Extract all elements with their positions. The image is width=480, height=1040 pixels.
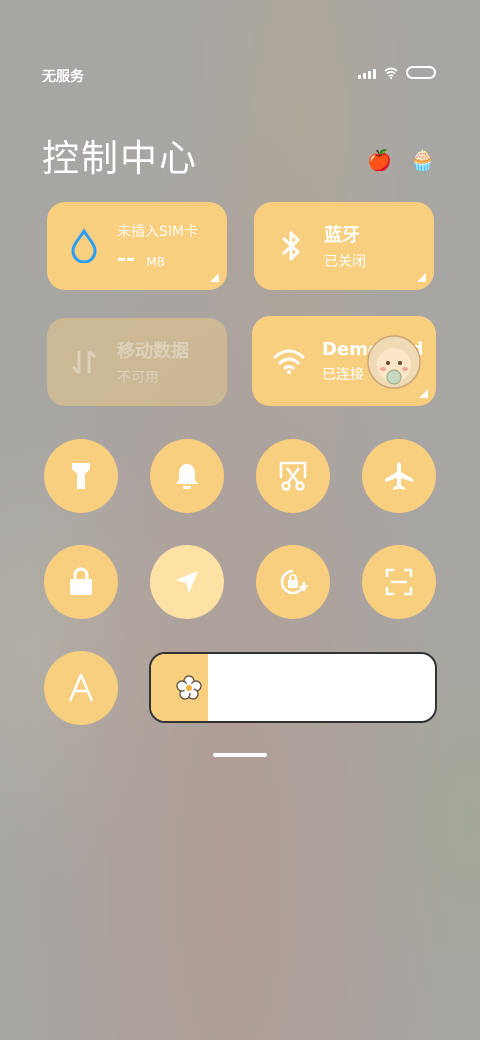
lion-mascot-icon [366,334,422,390]
mobile-data-tile[interactable]: 移动数据 不可用 [47,318,227,406]
sim-status-label: 未插入SIM卡 [117,223,199,240]
font-toggle[interactable] [44,651,118,725]
screenshot-icon [279,461,307,491]
data-usage-tile[interactable]: 未插入SIM卡 -- MB [47,202,227,290]
expand-corner-icon [417,273,426,282]
cupcake-icon: 🧁 [410,148,435,172]
bluetooth-tile[interactable]: 蓝牙 已关闭 [254,202,434,290]
page-title: 控制中心 [42,137,198,180]
airplane-mode-toggle[interactable] [362,439,436,513]
flower-icon [176,675,202,700]
bluetooth-status: 已关闭 [324,254,366,270]
location-toggle[interactable] [150,545,224,619]
airplane-icon [385,462,413,490]
bluetooth-label: 蓝牙 [324,225,360,246]
flashlight-icon [72,463,90,489]
home-indicator[interactable] [213,753,267,757]
screenshot-toggle[interactable] [256,439,330,513]
lock-icon [70,567,92,595]
expand-corner-icon [210,273,219,282]
location-icon [176,571,198,593]
brightness-slider[interactable] [149,652,437,723]
signal-icon [358,67,376,79]
bell-icon [176,464,198,489]
wifi-tile[interactable]: DemoMod 已连接 [252,316,436,406]
rotation-lock-toggle[interactable] [256,545,330,619]
lock-screen-toggle[interactable] [44,545,118,619]
data-usage-unit: MB [146,254,165,269]
carrier-label: 无服务 [42,69,84,85]
droplet-icon [67,229,101,263]
font-icon [68,673,94,702]
battery-icon [406,66,436,79]
data-usage-value: -- [117,246,136,272]
mobile-data-label: 移动数据 [117,341,189,362]
wifi-icon [272,344,306,378]
scan-toggle[interactable] [362,545,436,619]
rotation-lock-icon [280,569,308,595]
bluetooth-icon [274,229,308,263]
scan-icon [385,568,413,596]
wifi-off-icon [384,67,398,79]
sound-toggle[interactable] [150,439,224,513]
flashlight-toggle[interactable] [44,439,118,513]
mobile-data-status: 不可用 [117,370,159,386]
apple-icon: 🍎 [367,148,392,172]
expand-corner-icon [419,389,428,398]
mobile-data-icon [67,345,101,379]
